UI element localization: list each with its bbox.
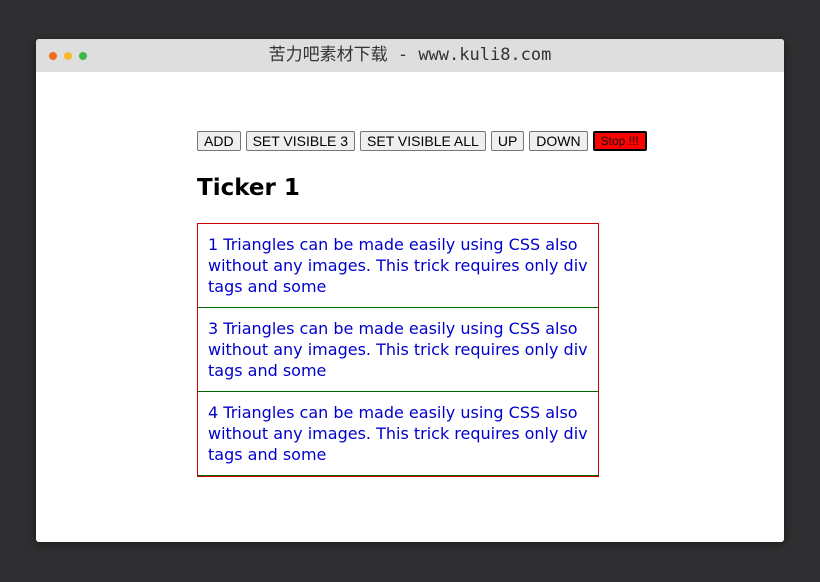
down-button[interactable]: DOWN: [529, 131, 588, 151]
title-bar: 苦力吧素材下载 - www.kuli8.com: [36, 39, 784, 72]
up-button[interactable]: UP: [490, 131, 525, 151]
add-button[interactable]: ADD: [197, 131, 241, 151]
set-visible-3-button[interactable]: SET VISIBLE 3: [245, 131, 356, 151]
ticker-item: 3 Triangles can be made easily using CSS…: [198, 308, 598, 392]
ticker-controls: ADD SET VISIBLE 3 SET VISIBLE ALL UP DOWN Sto…: [197, 131, 652, 151]
ticker-item: 1 Triangles can be made easily using CSS…: [198, 224, 598, 308]
ticker-heading: Ticker 1: [197, 175, 300, 201]
browser-window: 苦力吧素材下载 - www.kuli8.com ADD SET VISIBLE 3…: [36, 39, 784, 542]
window-title: 苦力吧素材下载 - www.kuli8.com: [268, 45, 552, 65]
set-visible-all-button[interactable]: SET VISIBLE ALL: [360, 131, 486, 151]
stop-button[interactable]: Stop !!!: [592, 131, 647, 151]
ticker-item: 4 Triangles can be made easily using CSS…: [198, 392, 598, 476]
ticker-list: 1 Triangles can be made easily using CSS…: [197, 223, 599, 477]
